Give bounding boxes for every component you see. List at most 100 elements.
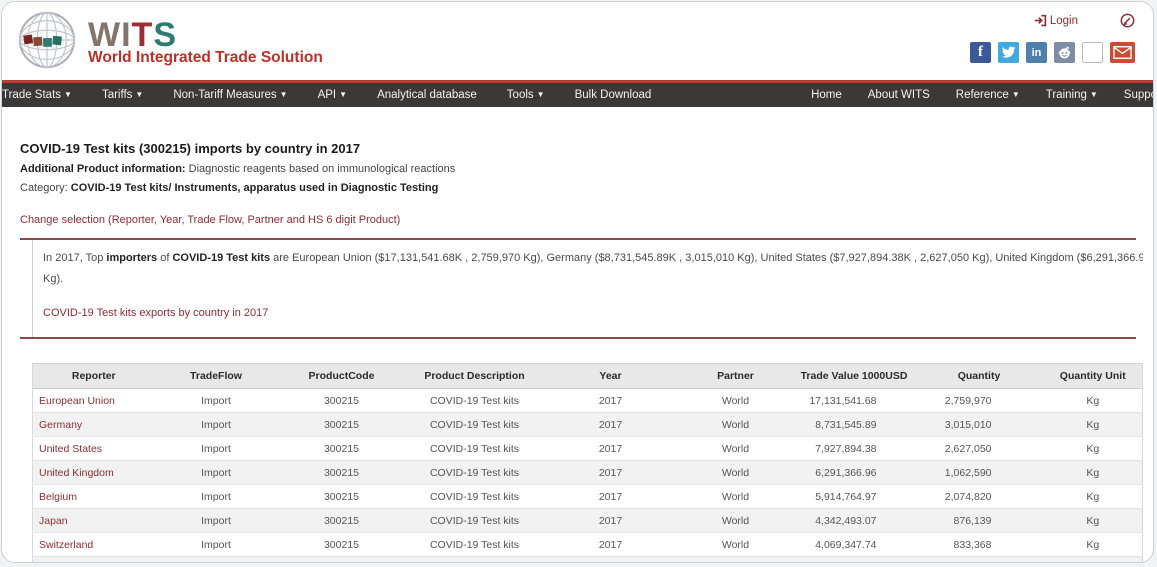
reporter-link[interactable]: Ireland	[39, 563, 71, 564]
table-header-row: Reporter TradeFlow ProductCode Product Desc…	[32, 363, 1143, 389]
chevron-down-icon: ▼	[339, 90, 348, 99]
table-row: United Kingdom Import 300215 COVID-19 Test …	[32, 460, 1143, 485]
column-header-trade-value-1000usd: Trade Value 1000USD	[793, 363, 915, 389]
column-header-productcode: ProductCode	[277, 363, 406, 389]
linkedin-icon[interactable]: in	[1026, 42, 1047, 63]
nav-item-reference[interactable]: Reference ▼	[956, 83, 1020, 107]
social-icons: f in	[970, 42, 1135, 63]
reporter-link[interactable]: United Kingdom	[39, 467, 114, 479]
login-button[interactable]: Login	[1034, 14, 1078, 27]
cell-partner: World	[677, 388, 794, 413]
cell-reporter: Ireland	[32, 556, 155, 564]
cell-quantity: 1,062,590	[914, 460, 1044, 485]
cell-trade-value-1000usd: 4,069,347.74	[793, 532, 915, 557]
nav-item-trade-stats[interactable]: Trade Stats ▼	[2, 83, 72, 107]
cell-partner: World	[677, 556, 794, 562]
email-icon[interactable]	[1110, 42, 1135, 63]
cell-quantity-unit: Kg	[1043, 508, 1143, 533]
cell-tradeflow: Import	[154, 460, 278, 485]
content-divider-bottom	[20, 337, 1136, 339]
nav-item-home[interactable]: Home	[811, 83, 842, 107]
cell-reporter: United States	[32, 436, 155, 461]
cell-quantity-unit: Kg	[1043, 556, 1143, 562]
nav-right-group: Home About WITS Reference▼ Training▼ Support…	[811, 83, 1153, 107]
exports-by-country-link[interactable]: COVID-19 Test kits exports by country in…	[43, 307, 268, 319]
chevron-down-icon: ▼	[1011, 90, 1020, 99]
chevron-down-icon: ▼	[279, 90, 288, 99]
cell-quantity-unit: Kg	[1043, 436, 1143, 461]
cell-tradeflow: Import	[154, 388, 278, 413]
reporter-link[interactable]: European Union	[39, 395, 115, 407]
cell-quantity: 2,074,820	[914, 484, 1044, 509]
cell-partner: World	[677, 508, 794, 533]
cell-quantity-unit: Kg	[1043, 532, 1143, 557]
cell-quantity: 876,139	[914, 508, 1044, 533]
cell-trade-value-1000usd: 7,927,894.38	[793, 436, 915, 461]
category-label: Category:	[20, 182, 68, 194]
column-header-quantity: Quantity	[914, 363, 1044, 389]
cell-product-description: COVID-19 Test kits	[405, 412, 544, 437]
cell-product-description: COVID-19 Test kits	[405, 556, 544, 562]
reporter-link[interactable]: United States	[39, 443, 102, 455]
table-row: Belgium Import 300215 COVID-19 Test kits 201…	[32, 484, 1143, 509]
chevron-down-icon: ▼	[1089, 90, 1098, 99]
cell-productcode: 300215	[277, 532, 406, 557]
nav-item-analytical-database[interactable]: Analytical database	[377, 83, 477, 107]
nav-item-about-wits[interactable]: About WITS	[868, 83, 930, 107]
cell-tradeflow: Import	[154, 484, 278, 509]
cell-partner: World	[677, 412, 794, 437]
nav-item-tariffs[interactable]: Tariffs ▼	[102, 83, 143, 107]
summary-text-line2: Kg).	[43, 273, 64, 285]
chevron-down-icon: ▼	[536, 90, 545, 99]
nav-item-bulk-download[interactable]: Bulk Download	[575, 83, 652, 107]
change-selection-link[interactable]: Change selection (Reporter, Year, Trade …	[20, 214, 400, 226]
column-header-year: Year	[543, 363, 678, 389]
cell-product-description: COVID-19 Test kits	[405, 484, 544, 509]
nav-item-tools[interactable]: Tools ▼	[507, 83, 545, 107]
results-table: Reporter TradeFlow ProductCode Product Desc…	[32, 363, 1143, 564]
nav-item-support[interactable]: Support▼	[1124, 83, 1153, 107]
delicious-icon[interactable]	[1082, 42, 1103, 63]
reporter-link[interactable]: Japan	[39, 515, 68, 527]
chevron-down-icon: ▼	[64, 90, 72, 99]
cell-reporter: Germany	[32, 412, 155, 437]
category-line: Category: COVID-19 Test kits/ Instrument…	[20, 182, 1153, 194]
cell-trade-value-1000usd: 4,342,493.07	[793, 508, 915, 533]
cell-productcode: 300215	[277, 388, 406, 413]
cell-reporter: United Kingdom	[32, 460, 155, 485]
cell-reporter: Japan	[32, 508, 155, 533]
register-edit-icon[interactable]	[1120, 13, 1135, 28]
nav-item-api[interactable]: API ▼	[318, 83, 347, 107]
table-row: United States Import 300215 COVID-19 Test k…	[32, 436, 1143, 461]
cell-productcode: 300215	[277, 460, 406, 485]
wits-logo[interactable]: WITS World Integrated Trade Solution	[16, 9, 323, 71]
cell-quantity: 3,015,010	[914, 412, 1044, 437]
facebook-icon[interactable]: f	[970, 42, 991, 63]
cell-productcode: 300215	[277, 556, 406, 562]
cell-partner: World	[677, 484, 794, 509]
cell-partner: World	[677, 532, 794, 557]
globe-icon	[18, 11, 76, 69]
reporter-link[interactable]: Germany	[39, 419, 82, 431]
cell-trade-value-1000usd: 3,654,102.77	[793, 556, 915, 562]
additional-info-label: Additional Product information:	[20, 163, 186, 175]
cell-year: 2017	[543, 532, 678, 557]
cell-product-description: COVID-19 Test kits	[405, 532, 544, 557]
nav-item-training[interactable]: Training ▼	[1046, 83, 1098, 107]
sign-in-icon	[1034, 14, 1047, 27]
reddit-icon[interactable]	[1054, 42, 1075, 63]
cell-product-description: COVID-19 Test kits	[405, 460, 544, 485]
cell-year: 2017	[543, 388, 678, 413]
reporter-link[interactable]: Belgium	[39, 491, 77, 503]
cell-year: 2017	[543, 508, 678, 533]
reporter-link[interactable]: Switzerland	[39, 539, 93, 551]
cell-trade-value-1000usd: 5,914,764.97	[793, 484, 915, 509]
cell-tradeflow: Import	[154, 532, 278, 557]
logo-tagline: World Integrated Trade Solution	[88, 49, 323, 66]
column-header-partner: Partner	[677, 363, 794, 389]
twitter-icon[interactable]	[998, 42, 1019, 63]
cell-productcode: 300215	[277, 436, 406, 461]
cell-partner: World	[677, 436, 794, 461]
nav-item-non-tariff-measures[interactable]: Non-Tariff Measures ▼	[173, 83, 287, 107]
cell-product-description: COVID-19 Test kits	[405, 388, 544, 413]
